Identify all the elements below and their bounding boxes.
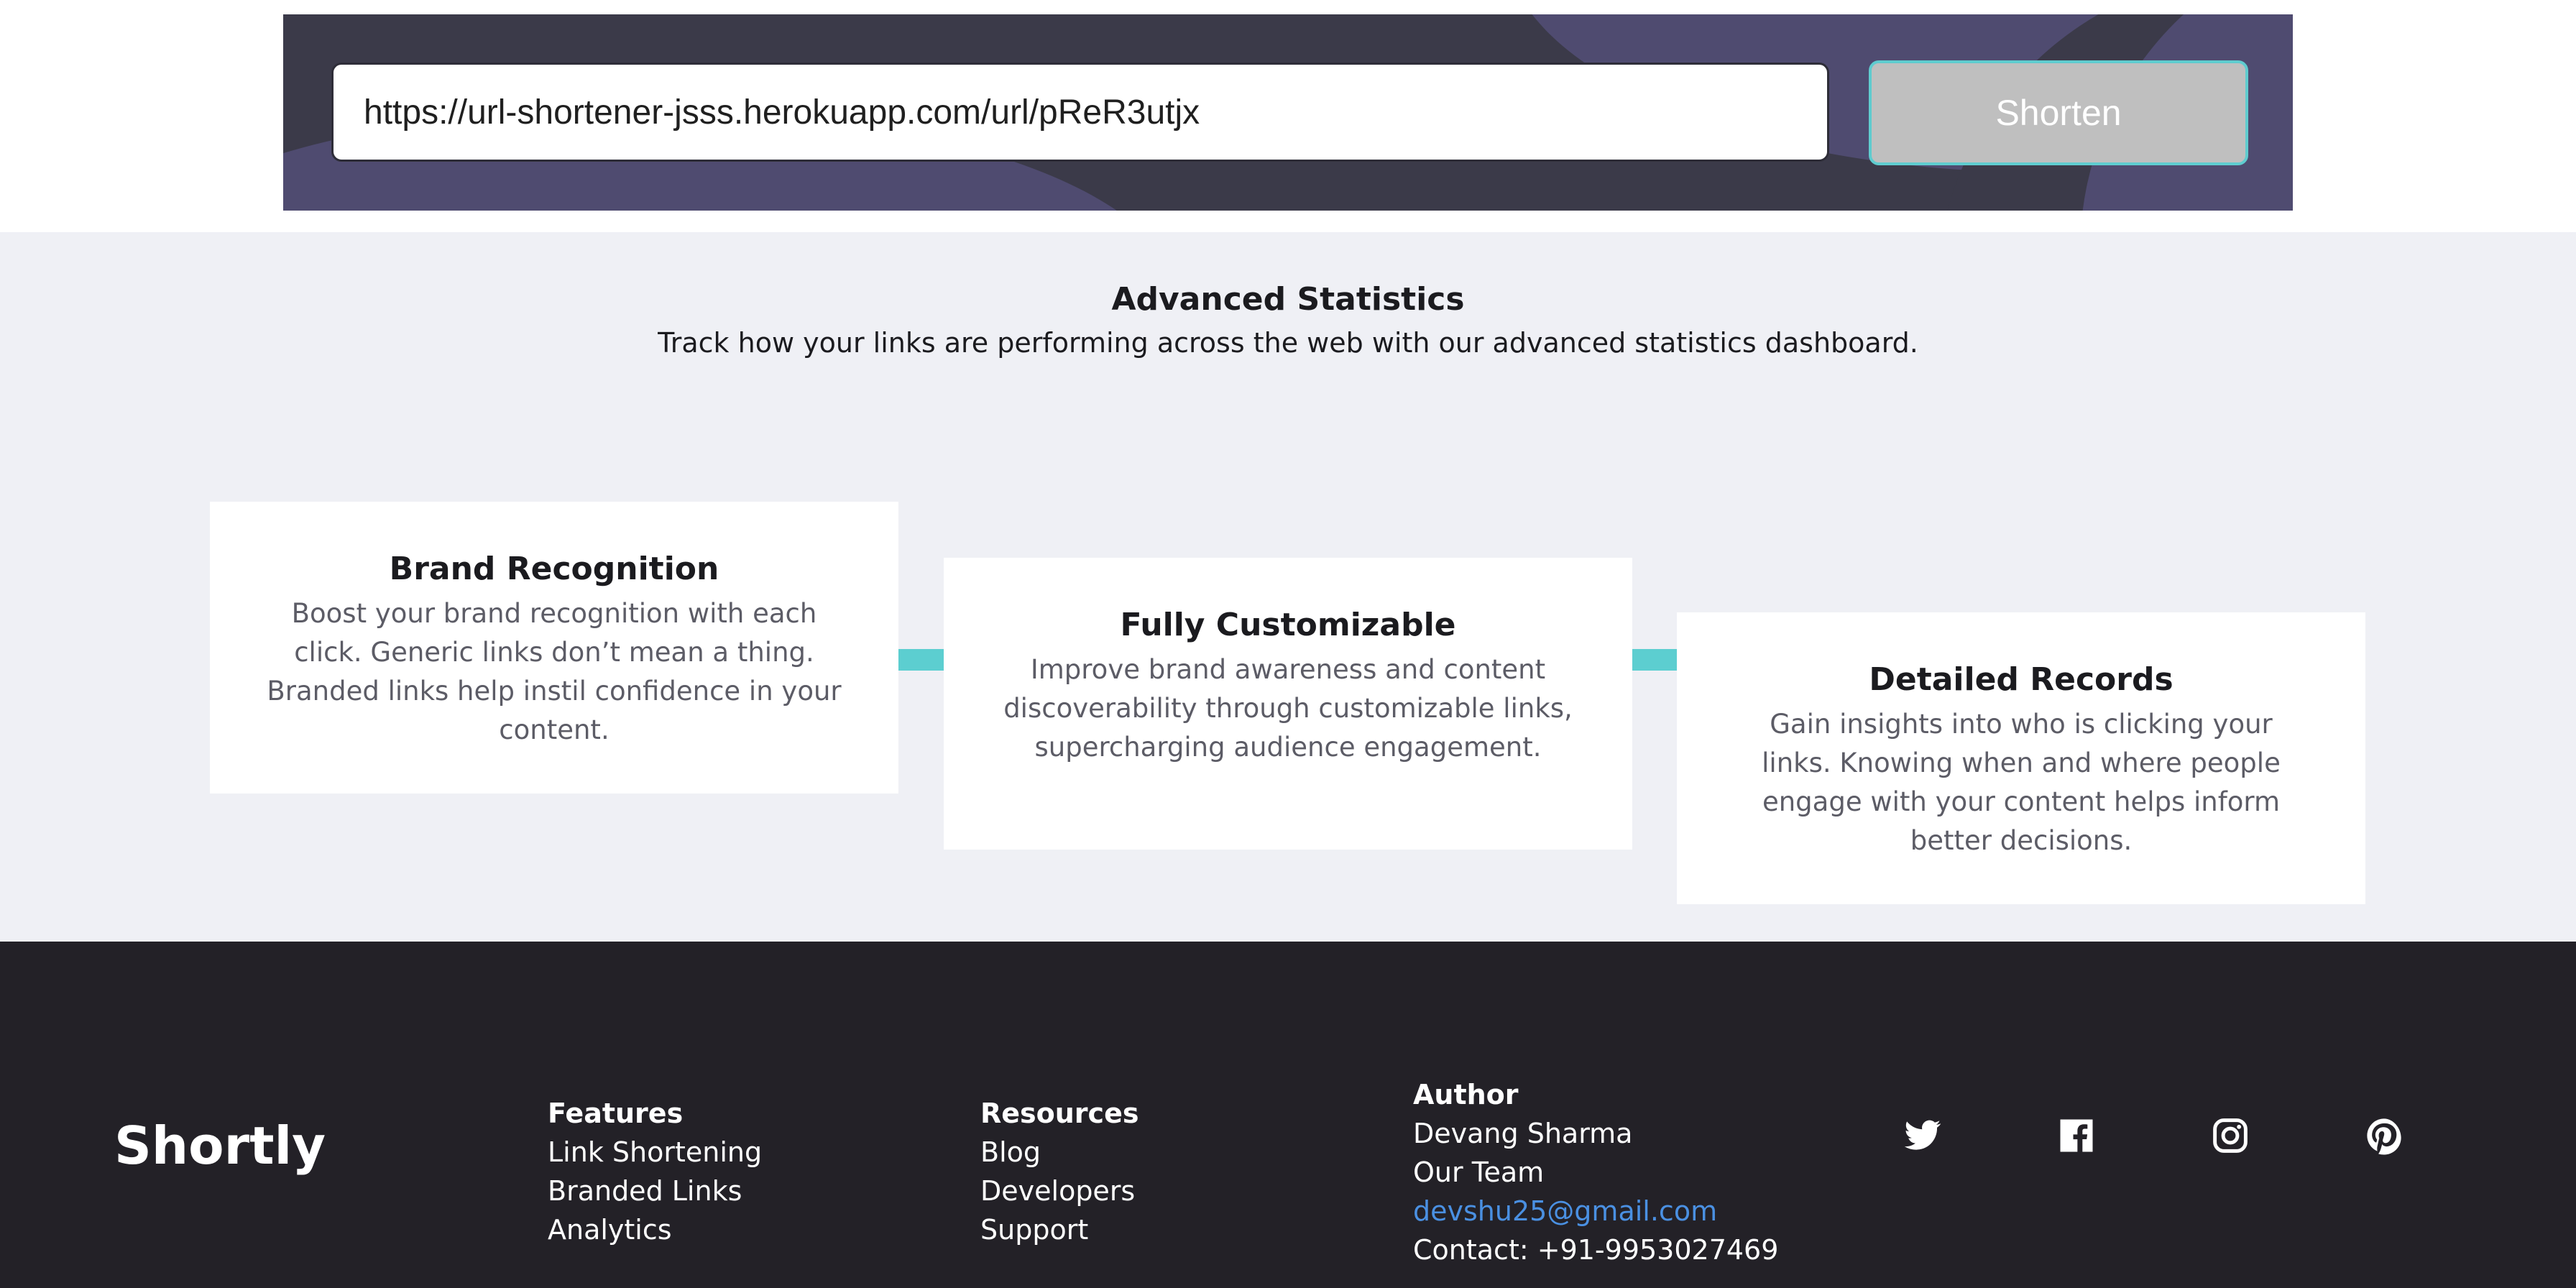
footer-features-column: Features Link Shortening Branded Links A… [548, 1094, 762, 1249]
section-subtitle: Track how your links are performing acro… [658, 327, 1918, 359]
column-title: Features [548, 1098, 684, 1129]
feature-card-brand-recognition: Brand Recognition Boost your brand recog… [210, 502, 898, 794]
card-body: Boost your brand recognition with each c… [267, 598, 842, 745]
column-title: Author [1413, 1079, 1519, 1110]
url-input[interactable] [331, 63, 1829, 162]
footer-author-column: Author Devang Sharma Our Team devshu25@g… [1413, 1075, 1778, 1269]
footer-link-support[interactable]: Support [980, 1210, 1138, 1249]
footer-link-developers[interactable]: Developers [980, 1172, 1138, 1210]
footer-link-branded-links[interactable]: Branded Links [548, 1172, 762, 1210]
column-title: Resources [980, 1098, 1139, 1129]
footer-link-our-team[interactable]: Our Team [1413, 1153, 1778, 1192]
pinterest-icon[interactable] [2365, 1116, 2404, 1155]
author-name: Devang Sharma [1413, 1118, 1633, 1149]
author-contact: Contact: +91-9953027469 [1413, 1234, 1779, 1266]
card-title: Detailed Records [1869, 661, 2174, 698]
card-connector [1632, 649, 1679, 671]
footer-resources-column: Resources Blog Developers Support [980, 1094, 1138, 1249]
feature-card-detailed-records: Detailed Records Gain insights into who … [1677, 612, 2365, 904]
footer-link-analytics[interactable]: Analytics [548, 1210, 762, 1249]
card-connector [898, 649, 946, 671]
shorten-button[interactable]: Shorten [1869, 60, 2248, 165]
card-body: Gain insights into who is clicking your … [1762, 709, 2281, 856]
footer-link-link-shortening[interactable]: Link Shortening [548, 1133, 762, 1172]
section-title: Advanced Statistics [1111, 281, 1465, 318]
instagram-icon[interactable] [2211, 1116, 2250, 1155]
card-title: Fully Customizable [1120, 607, 1456, 643]
card-title: Brand Recognition [389, 551, 719, 587]
twitter-icon[interactable] [1903, 1116, 1942, 1155]
facebook-icon[interactable] [2057, 1116, 2096, 1155]
footer: Shortly Features Link Shortening Branded… [0, 942, 2576, 1288]
shortener-banner: Shorten [283, 14, 2293, 211]
author-email-link[interactable]: devshu25@gmail.com [1413, 1192, 1778, 1230]
footer-link-blog[interactable]: Blog [980, 1133, 1138, 1172]
logo[interactable]: Shortly [114, 1116, 326, 1176]
advanced-statistics-section: Advanced Statistics Track how your links… [0, 232, 2576, 942]
feature-card-fully-customizable: Fully Customizable Improve brand awarene… [944, 558, 1632, 850]
card-body: Improve brand awareness and content disc… [1003, 654, 1573, 763]
